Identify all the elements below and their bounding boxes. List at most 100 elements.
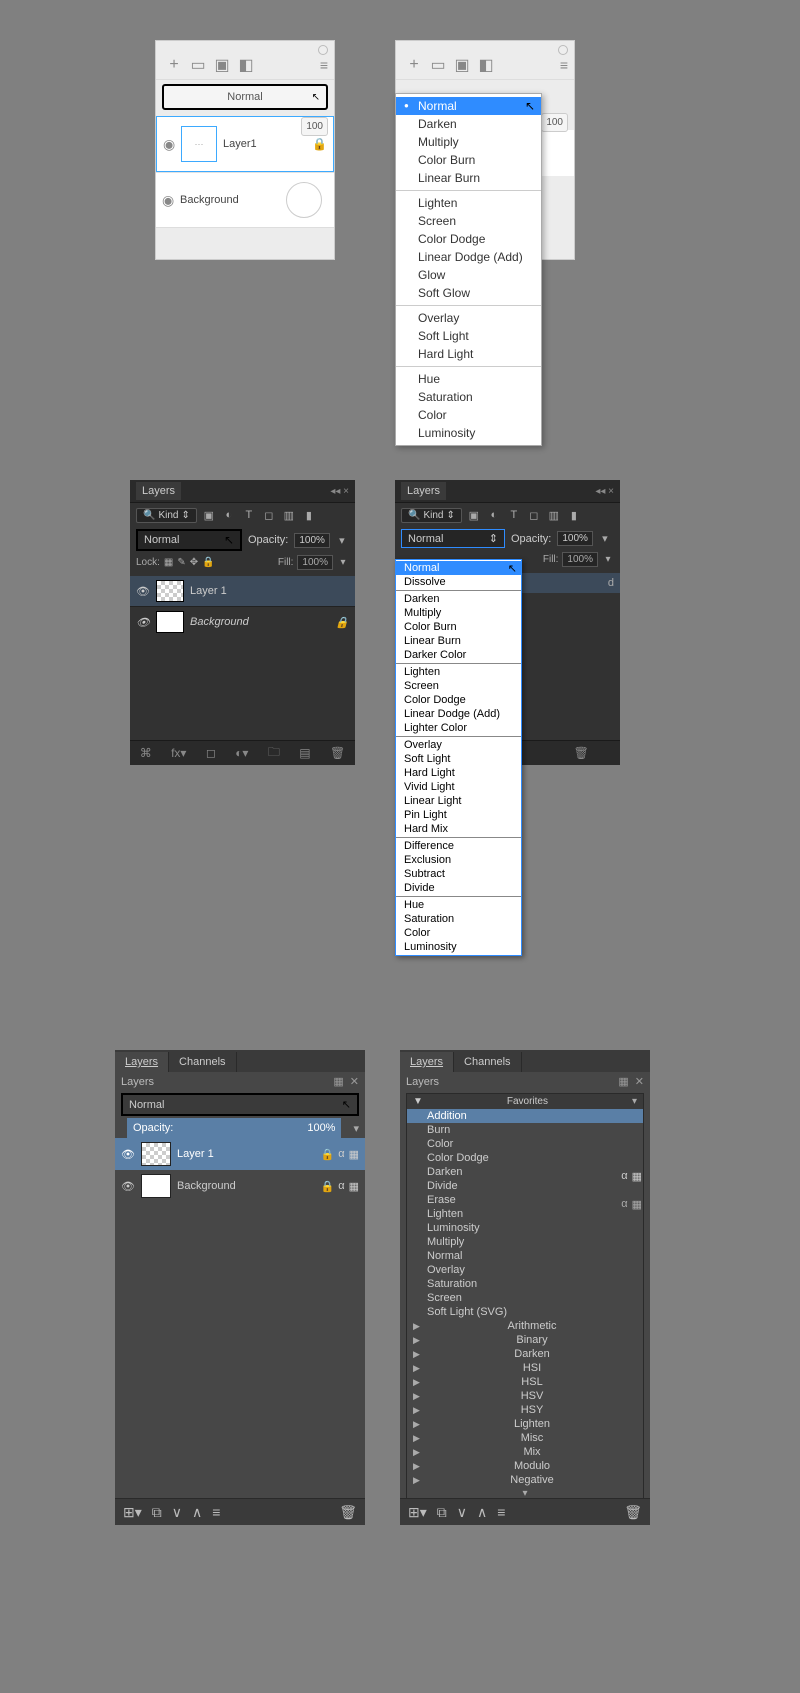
- blend-mode-option[interactable]: Normal↖: [396, 97, 541, 115]
- blend-mode-option[interactable]: Darken: [407, 1165, 643, 1179]
- blend-mode-category[interactable]: ▶Mix: [407, 1445, 643, 1459]
- filter-smart-icon[interactable]: ▥: [281, 507, 297, 523]
- blend-mode-option[interactable]: Overlay: [396, 309, 541, 327]
- blend-mode-option[interactable]: Linear Dodge (Add): [396, 707, 521, 721]
- blend-mode-option[interactable]: Luminosity: [396, 940, 521, 954]
- trash-icon[interactable]: 🗑: [624, 1504, 642, 1521]
- move-up-icon[interactable]: ∧: [477, 1504, 487, 1521]
- alpha-icon[interactable]: α: [338, 1148, 344, 1161]
- new-layer-icon[interactable]: ▤: [299, 746, 310, 760]
- trash-icon[interactable]: 🗑: [339, 1504, 357, 1521]
- layer-row[interactable]: 👁 Layer 1 🔒 α ▦: [115, 1138, 365, 1170]
- blend-mode-option[interactable]: Dissolve: [396, 575, 521, 589]
- expand-icon[interactable]: ▶: [413, 1335, 427, 1346]
- blend-mode-option[interactable]: Color: [407, 1137, 643, 1151]
- blend-mode-category[interactable]: ▶HSI: [407, 1361, 643, 1375]
- expand-icon[interactable]: ▶: [413, 1475, 427, 1486]
- expand-icon[interactable]: ▶: [413, 1377, 427, 1388]
- blend-mode-option[interactable]: Hard Light: [396, 766, 521, 780]
- layer-row[interactable]: ◉ Background: [156, 172, 334, 227]
- blend-mode-category[interactable]: ▶Lighten: [407, 1417, 643, 1431]
- blend-mode-option[interactable]: Hue: [396, 898, 521, 912]
- lock-move-icon[interactable]: ✥: [190, 557, 198, 568]
- blend-mode-option[interactable]: Overlay: [396, 738, 521, 752]
- opacity-stepper[interactable]: ▾: [336, 534, 348, 547]
- blend-mode-category[interactable]: ▶Negative: [407, 1473, 643, 1487]
- blend-mode-option[interactable]: Hue: [396, 370, 541, 388]
- collapse-icon[interactable]: ◂◂ ×: [595, 486, 614, 497]
- expand-icon[interactable]: ▶: [413, 1433, 427, 1444]
- duplicate-icon[interactable]: ⧉: [437, 1504, 447, 1521]
- tab-layers[interactable]: Layers: [400, 1052, 454, 1072]
- blend-mode-option[interactable]: Lighten: [396, 194, 541, 212]
- blend-mode-option[interactable]: Luminosity: [396, 424, 541, 442]
- filter-image-icon[interactable]: ▣: [466, 507, 482, 523]
- blend-mode-option[interactable]: Lighten: [396, 665, 521, 679]
- inherit-icon[interactable]: ▦: [349, 1148, 359, 1161]
- blend-mode-option[interactable]: Saturation: [396, 912, 521, 926]
- blend-mode-option[interactable]: Erase: [407, 1193, 643, 1207]
- blend-mode-option[interactable]: Screen: [407, 1291, 643, 1305]
- mask-icon[interactable]: ◻: [206, 746, 216, 760]
- tab-layers[interactable]: Layers: [401, 482, 446, 500]
- blend-mode-option[interactable]: Glow: [396, 266, 541, 284]
- filter-toggle-icon[interactable]: ▮: [566, 507, 582, 523]
- filter-smart-icon[interactable]: ▥: [546, 507, 562, 523]
- duplicate-icon[interactable]: ⧉: [152, 1504, 162, 1521]
- properties-icon[interactable]: ≡: [212, 1504, 220, 1520]
- move-down-icon[interactable]: ∨: [172, 1504, 182, 1521]
- inherit-icon[interactable]: ▦: [349, 1180, 359, 1193]
- tab-channels[interactable]: Channels: [454, 1052, 521, 1072]
- blend-mode-option[interactable]: Color: [396, 926, 521, 940]
- opacity-field[interactable]: 100: [541, 113, 568, 132]
- mask-icon[interactable]: ◧: [234, 55, 258, 75]
- filter-shape-icon[interactable]: ◻: [261, 507, 277, 523]
- blend-mode-option[interactable]: Color Burn: [396, 151, 541, 169]
- filter-image-icon[interactable]: ▣: [201, 507, 217, 523]
- blend-mode-option[interactable]: Vivid Light: [396, 780, 521, 794]
- blend-mode-option[interactable]: Linear Burn: [396, 169, 541, 187]
- layer-row[interactable]: 👁 Background 🔒: [130, 606, 355, 637]
- blend-mode-category[interactable]: ▶Misc: [407, 1431, 643, 1445]
- visibility-icon[interactable]: 👁: [136, 616, 150, 629]
- blend-mode-option[interactable]: Darken: [396, 115, 541, 133]
- trash-icon[interactable]: 🗑: [330, 746, 345, 760]
- blend-mode-option[interactable]: Color Dodge: [396, 693, 521, 707]
- fill-field[interactable]: 100%: [562, 552, 598, 567]
- tab-layers[interactable]: Layers: [136, 482, 181, 500]
- folder-icon[interactable]: ▭: [426, 55, 450, 75]
- blend-mode-option[interactable]: Soft Light (SVG): [407, 1305, 643, 1319]
- add-icon[interactable]: +: [162, 56, 186, 74]
- opacity-field[interactable]: 100: [301, 117, 328, 136]
- fx-icon[interactable]: fx▾: [171, 746, 186, 760]
- alpha-icon[interactable]: α: [621, 1170, 627, 1183]
- opacity-field[interactable]: 100%: [294, 533, 330, 548]
- filter-type-icon[interactable]: T: [506, 507, 522, 523]
- blend-mode-option[interactable]: Linear Burn: [396, 634, 521, 648]
- blend-mode-option[interactable]: Soft Light: [396, 327, 541, 345]
- blend-mode-option[interactable]: Normal: [407, 1249, 643, 1263]
- filter-funnel-icon[interactable]: ▾: [632, 1096, 637, 1107]
- adjustment-icon[interactable]: ◐▾: [235, 746, 248, 760]
- tab-layers[interactable]: Layers: [115, 1052, 169, 1072]
- visibility-icon[interactable]: 👁: [136, 585, 150, 598]
- move-down-icon[interactable]: ∨: [457, 1504, 467, 1521]
- blend-mode-option[interactable]: Soft Light: [396, 752, 521, 766]
- filter-shape-icon[interactable]: ◻: [526, 507, 542, 523]
- blend-mode-option[interactable]: Normal↖: [396, 561, 521, 575]
- blend-mode-option[interactable]: Addition: [407, 1109, 643, 1123]
- blend-mode-option[interactable]: Lighten: [407, 1207, 643, 1221]
- layer-row[interactable]: 👁 Layer 1: [130, 576, 355, 606]
- image-icon[interactable]: ▣: [450, 55, 474, 75]
- menu-icon[interactable]: ≡: [560, 57, 568, 73]
- blend-mode-option[interactable]: Luminosity: [407, 1221, 643, 1235]
- resize-handle[interactable]: [156, 227, 334, 238]
- inherit-icon[interactable]: ▦: [632, 1198, 642, 1211]
- filter-toggle-icon[interactable]: ▮: [301, 507, 317, 523]
- lock-icon[interactable]: 🔒: [312, 137, 327, 151]
- filter-adjust-icon[interactable]: ◐: [221, 507, 237, 523]
- blend-mode-category[interactable]: ▶Arithmetic: [407, 1319, 643, 1333]
- blend-mode-category[interactable]: ▶Darken: [407, 1347, 643, 1361]
- blend-mode-option[interactable]: Pin Light: [396, 808, 521, 822]
- link-icon[interactable]: ⌘: [140, 746, 152, 760]
